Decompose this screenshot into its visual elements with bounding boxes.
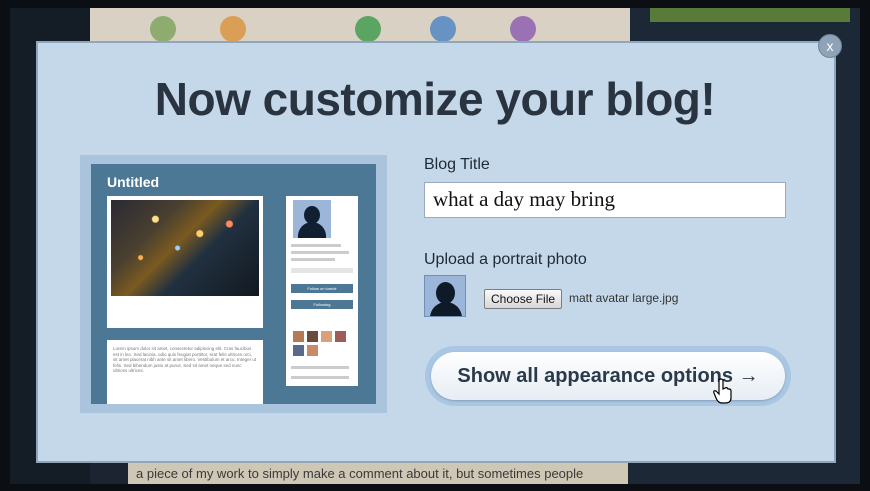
preview-avatar <box>293 200 331 238</box>
close-button[interactable]: x <box>818 34 842 58</box>
preview-blog-name: Untitled <box>107 174 160 190</box>
preview-text-post: Lorem ipsum dolor sit amet, consectetur … <box>107 340 263 404</box>
preview-sidebar: Follow on tumblr Following <box>286 196 358 386</box>
preview-following-avatars <box>293 331 353 356</box>
background-app-icon <box>510 16 536 42</box>
selected-file-name: matt avatar large.jpg <box>569 291 679 305</box>
background-text: a piece of my work to simply make a comm… <box>128 460 628 484</box>
upload-portrait-label: Upload a portrait photo <box>424 251 587 268</box>
blog-title-label: Blog Title <box>424 156 490 173</box>
preview-photo <box>111 200 259 296</box>
theme-preview: Untitled Lorem ipsum dolor sit amet, con… <box>91 164 376 404</box>
background-app-icon <box>430 16 456 42</box>
portrait-silhouette-icon <box>424 275 466 317</box>
hand-cursor-icon <box>713 378 732 404</box>
background-app-icon <box>355 16 381 42</box>
preview-follow-button: Follow on tumblr <box>291 284 353 293</box>
background-green-bar <box>650 8 850 22</box>
blog-title-input[interactable]: what a day may bring <box>424 182 786 218</box>
preview-following-header: Following <box>291 300 353 309</box>
close-icon: x <box>826 38 834 54</box>
background-app-icon <box>220 16 246 42</box>
background-app-icon <box>150 16 176 42</box>
choose-file-button[interactable]: Choose File <box>484 289 563 309</box>
preview-photo-post <box>107 196 263 328</box>
modal-heading: Now customize your blog! <box>154 73 716 125</box>
background-icon-strip <box>90 8 630 48</box>
